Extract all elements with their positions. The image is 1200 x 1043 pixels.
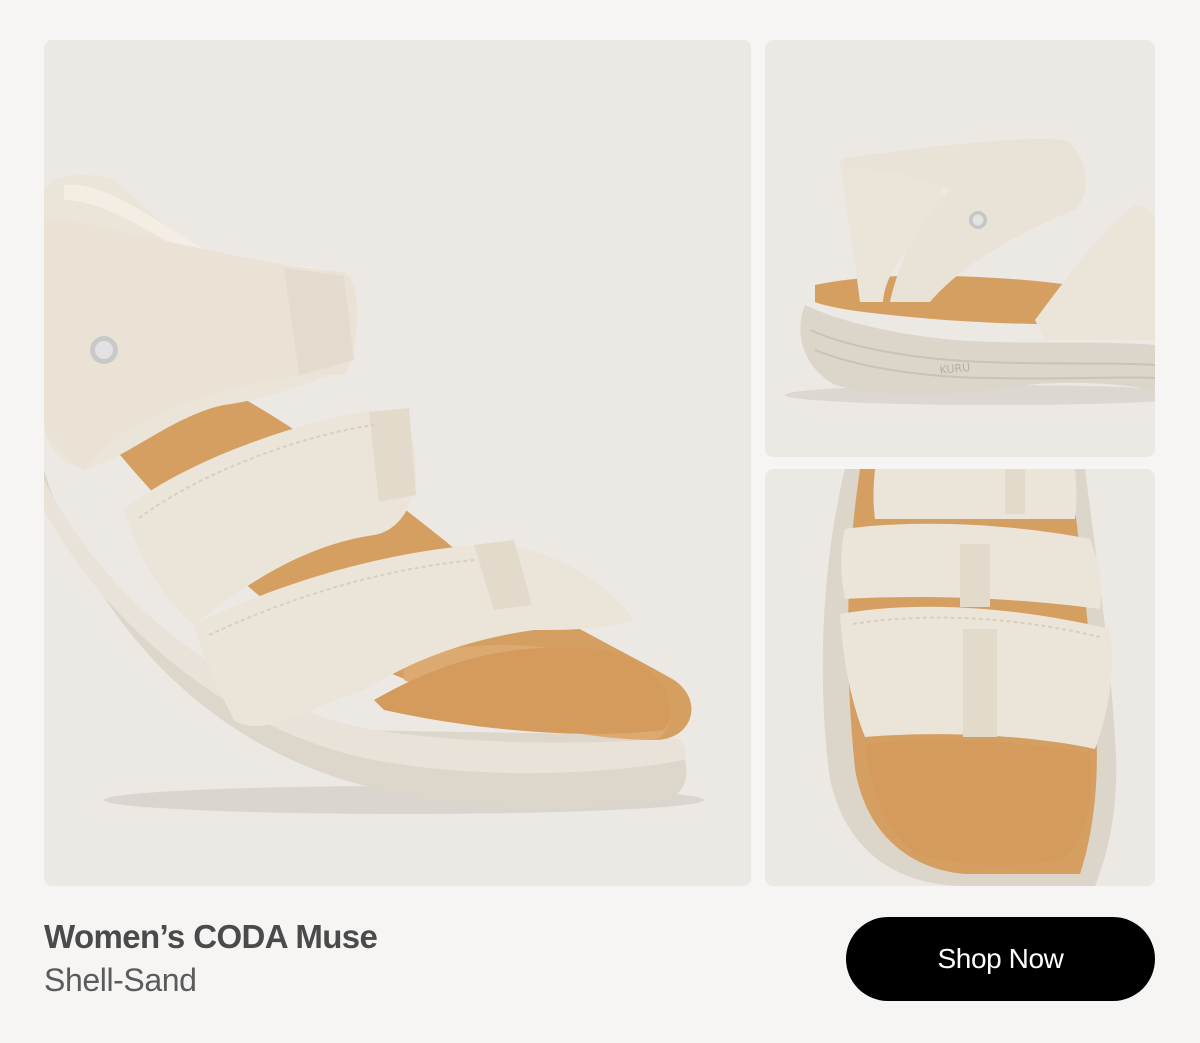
product-image-side[interactable]: KURU [765,40,1155,457]
sandal-top-image [822,469,1117,886]
product-image-main[interactable] [44,40,751,886]
sandal-angled-image [44,174,704,814]
product-name: Women’s CODA Muse [44,918,378,955]
product-image-top[interactable] [765,469,1155,886]
sandal-side-image: KURU [785,139,1155,405]
shop-now-button[interactable]: Shop Now [846,917,1155,1001]
product-color: Shell-Sand [44,962,197,998]
